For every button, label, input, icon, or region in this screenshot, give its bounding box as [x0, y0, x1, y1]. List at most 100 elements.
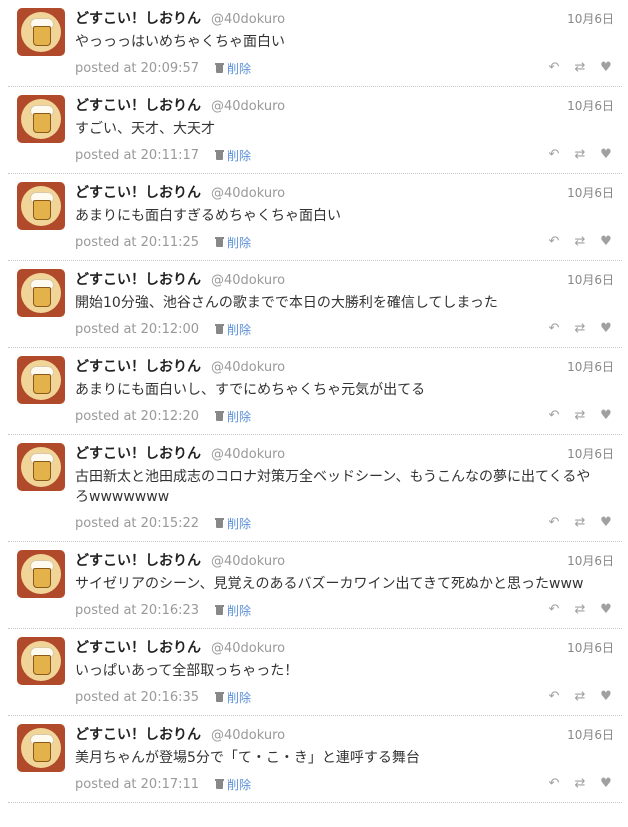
retweet-icon[interactable]: ⇄ [572, 234, 588, 250]
reply-icon[interactable]: ↶ [546, 515, 562, 531]
user-handle[interactable]: @40dokuro [211, 273, 285, 288]
tweet-item: どすこい！しおりん @40dokuro 10月6日 あまりにも面白いし、すでにめ… [8, 348, 622, 435]
avatar[interactable] [17, 356, 65, 404]
heart-icon[interactable]: ♥ [598, 602, 614, 618]
tweet-text: サイゼリアのシーン、見覚えのあるバズーカワイン出てきて死ぬかと思ったwww [75, 576, 584, 592]
user-handle[interactable]: @40dokuro [211, 99, 285, 114]
user-name[interactable]: どすこい！しおりん [75, 269, 201, 289]
reply-icon[interactable]: ↶ [546, 689, 562, 705]
heart-icon[interactable]: ♥ [598, 321, 614, 337]
posted-timestamp: posted at 20:16:23 [75, 602, 200, 618]
trash-icon [215, 150, 225, 160]
posted-timestamp: posted at 20:12:20 [75, 408, 200, 424]
tweet-text: 美月ちゃんが登場5分で「て・こ・き」と連呼する舞台 [75, 750, 420, 766]
tweet-date[interactable]: 10月6日 [567, 552, 614, 569]
trash-icon [215, 63, 225, 73]
tweet-item: どすこい！しおりん @40dokuro 10月6日 やっっっはいめちゃくちゃ面白… [8, 0, 622, 87]
user-name[interactable]: どすこい！しおりん [75, 182, 201, 202]
reply-icon[interactable]: ↶ [546, 60, 562, 76]
avatar[interactable] [17, 637, 65, 685]
retweet-icon[interactable]: ⇄ [572, 689, 588, 705]
reply-icon[interactable]: ↶ [546, 602, 562, 618]
posted-timestamp: posted at 20:15:22 [75, 515, 200, 531]
delete-label: 削除 [227, 777, 252, 792]
retweet-icon[interactable]: ⇄ [572, 321, 588, 337]
delete-link[interactable]: 削除 [215, 408, 251, 425]
retweet-icon[interactable]: ⇄ [572, 602, 588, 618]
avatar[interactable] [17, 8, 65, 56]
trash-icon [215, 411, 225, 421]
tweet-text: すごい、天才、大天才 [75, 121, 215, 137]
reply-icon[interactable]: ↶ [546, 234, 562, 250]
tweet-item: どすこい！しおりん @40dokuro 10月6日 美月ちゃんが登場5分で「て・… [8, 716, 622, 803]
tweet-item: どすこい！しおりん @40dokuro 10月6日 サイゼリアのシーン、見覚えの… [8, 542, 622, 629]
reply-icon[interactable]: ↶ [546, 147, 562, 163]
delete-link[interactable]: 削除 [215, 689, 251, 706]
tweet-item: どすこい！しおりん @40dokuro 10月6日 すごい、天才、大天才 pos… [8, 87, 622, 174]
delete-link[interactable]: 削除 [215, 515, 251, 532]
delete-link[interactable]: 削除 [215, 602, 251, 619]
heart-icon[interactable]: ♥ [598, 408, 614, 424]
delete-link[interactable]: 削除 [215, 321, 251, 338]
trash-icon [215, 237, 225, 247]
tweet-text: 古田新太と池田成志のコロナ対策万全ベッドシーン、もうこんなの夢に出てくるやろww… [75, 469, 591, 505]
tweet-date[interactable]: 10月6日 [567, 639, 614, 656]
heart-icon[interactable]: ♥ [598, 776, 614, 792]
user-handle[interactable]: @40dokuro [211, 728, 285, 743]
user-handle[interactable]: @40dokuro [211, 360, 285, 375]
tweet-date[interactable]: 10月6日 [567, 726, 614, 743]
trash-icon [215, 779, 225, 789]
avatar[interactable] [17, 724, 65, 772]
retweet-icon[interactable]: ⇄ [572, 60, 588, 76]
delete-link[interactable]: 削除 [215, 147, 251, 164]
user-handle[interactable]: @40dokuro [211, 447, 285, 462]
user-name[interactable]: どすこい！しおりん [75, 8, 201, 28]
tweet-date[interactable]: 10月6日 [567, 445, 614, 462]
delete-label: 削除 [227, 235, 252, 250]
heart-icon[interactable]: ♥ [598, 60, 614, 76]
retweet-icon[interactable]: ⇄ [572, 515, 588, 531]
heart-icon[interactable]: ♥ [598, 515, 614, 531]
tweet-timeline: どすこい！しおりん @40dokuro 10月6日 やっっっはいめちゃくちゃ面白… [0, 0, 628, 803]
tweet-item: どすこい！しおりん @40dokuro 10月6日 古田新太と池田成志のコロナ対… [8, 435, 622, 542]
avatar[interactable] [17, 182, 65, 230]
user-name[interactable]: どすこい！しおりん [75, 637, 201, 657]
user-name[interactable]: どすこい！しおりん [75, 443, 201, 463]
heart-icon[interactable]: ♥ [598, 147, 614, 163]
avatar[interactable] [17, 443, 65, 491]
retweet-icon[interactable]: ⇄ [572, 408, 588, 424]
delete-label: 削除 [227, 148, 252, 163]
user-handle[interactable]: @40dokuro [211, 186, 285, 201]
posted-timestamp: posted at 20:11:17 [75, 147, 200, 163]
reply-icon[interactable]: ↶ [546, 776, 562, 792]
reply-icon[interactable]: ↶ [546, 408, 562, 424]
delete-link[interactable]: 削除 [215, 776, 251, 793]
user-handle[interactable]: @40dokuro [211, 641, 285, 656]
delete-link[interactable]: 削除 [215, 60, 251, 77]
user-name[interactable]: どすこい！しおりん [75, 550, 201, 570]
trash-icon [215, 692, 225, 702]
reply-icon[interactable]: ↶ [546, 321, 562, 337]
heart-icon[interactable]: ♥ [598, 689, 614, 705]
delete-label: 削除 [227, 603, 252, 618]
tweet-date[interactable]: 10月6日 [567, 358, 614, 375]
user-name[interactable]: どすこい！しおりん [75, 95, 201, 115]
user-handle[interactable]: @40dokuro [211, 554, 285, 569]
tweet-text: あまりにも面白いし、すでにめちゃくちゃ元気が出てる [75, 382, 426, 398]
avatar[interactable] [17, 95, 65, 143]
tweet-date[interactable]: 10月6日 [567, 184, 614, 201]
retweet-icon[interactable]: ⇄ [572, 147, 588, 163]
trash-icon [215, 518, 225, 528]
user-name[interactable]: どすこい！しおりん [75, 724, 201, 744]
tweet-date[interactable]: 10月6日 [567, 10, 614, 27]
avatar[interactable] [17, 550, 65, 598]
user-handle[interactable]: @40dokuro [211, 12, 285, 27]
tweet-date[interactable]: 10月6日 [567, 271, 614, 288]
retweet-icon[interactable]: ⇄ [572, 776, 588, 792]
delete-link[interactable]: 削除 [215, 234, 251, 251]
avatar[interactable] [17, 269, 65, 317]
posted-timestamp: posted at 20:17:11 [75, 776, 200, 792]
heart-icon[interactable]: ♥ [598, 234, 614, 250]
user-name[interactable]: どすこい！しおりん [75, 356, 201, 376]
tweet-date[interactable]: 10月6日 [567, 97, 614, 114]
